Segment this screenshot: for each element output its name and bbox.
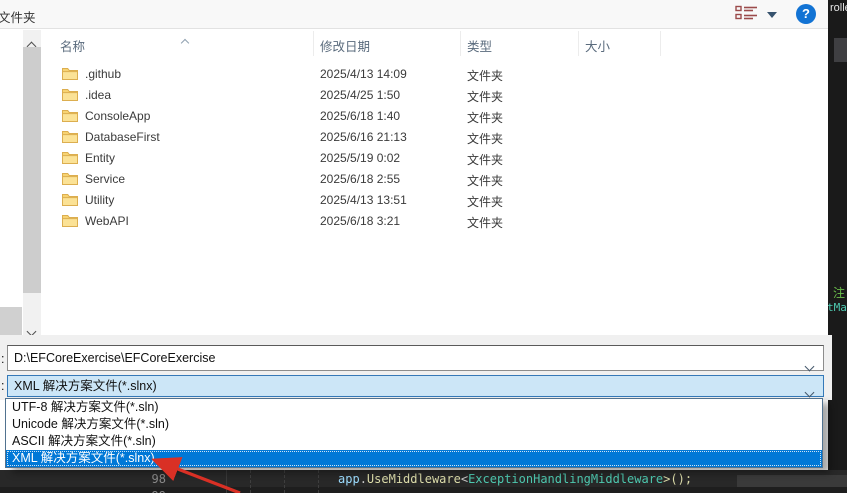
- editor-horizontal-scrollbar[interactable]: [737, 475, 847, 487]
- column-divider[interactable]: [313, 31, 314, 56]
- table-row[interactable]: Entity 2025/5/19 0:02 文件夹: [45, 148, 828, 169]
- file-type: 文件夹: [467, 151, 503, 168]
- filetype-option-utf8[interactable]: UTF-8 解决方案文件(*.sln): [6, 399, 822, 416]
- file-date: 2025/4/13 14:09: [320, 67, 407, 81]
- filetype-label-fragment: :: [1, 379, 4, 393]
- file-name: Utility: [85, 193, 114, 207]
- table-row[interactable]: Service 2025/6/18 2:55 文件夹: [45, 169, 828, 190]
- file-name: ConsoleApp: [85, 109, 150, 123]
- column-header-name[interactable]: 名称: [60, 36, 85, 55]
- list-view-icon: [735, 5, 759, 21]
- background-editor-strip: rolle 注 tMa: [828, 0, 847, 493]
- file-date: 2025/6/18 3:21: [320, 214, 400, 228]
- column-divider[interactable]: [578, 31, 579, 56]
- change-view-button[interactable]: [735, 5, 783, 25]
- file-date: 2025/6/18 1:40: [320, 109, 400, 123]
- folder-icon: [62, 130, 78, 143]
- folder-icon: [62, 151, 78, 164]
- file-type: 文件夹: [467, 214, 503, 231]
- filetype-option-xml-selected[interactable]: XML 解决方案文件(*.slnx): [6, 450, 822, 467]
- code-dot: .: [360, 472, 367, 486]
- filetype-combobox[interactable]: XML 解决方案文件(*.slnx): [7, 375, 824, 397]
- indent-guide: [250, 470, 251, 493]
- code-close: >();: [663, 472, 692, 486]
- table-row[interactable]: .idea 2025/4/25 1:50 文件夹: [45, 85, 828, 106]
- filename-value: D:\EFCoreExercise\EFCoreExercise: [14, 351, 215, 365]
- column-header-date[interactable]: 修改日期: [320, 36, 370, 55]
- file-date: 2025/4/13 13:51: [320, 193, 407, 207]
- file-list: .github 2025/4/13 14:09 文件夹 .idea 2025/4…: [45, 64, 828, 232]
- file-name: DatabaseFirst: [85, 130, 160, 144]
- column-header-size[interactable]: 大小: [585, 36, 610, 55]
- indent-guide: [284, 470, 285, 493]
- column-header-type[interactable]: 类型: [467, 36, 492, 55]
- file-type: 文件夹: [467, 130, 503, 147]
- column-divider[interactable]: [460, 31, 461, 56]
- folder-icon: [62, 193, 78, 206]
- file-type: 文件夹: [467, 67, 503, 84]
- filetype-dropdown-list: UTF-8 解决方案文件(*.sln) Unicode 解决方案文件(*.sln…: [5, 398, 823, 468]
- help-button[interactable]: ?: [796, 4, 816, 24]
- chevron-down-icon: [805, 388, 815, 398]
- line-number: 98: [138, 472, 166, 486]
- table-row[interactable]: WebAPI 2025/6/18 3:21 文件夹: [45, 211, 828, 232]
- dialog-bottom-panel: : D:\EFCoreExercise\EFCoreExercise : XML…: [0, 335, 832, 400]
- file-name: Service: [85, 172, 125, 186]
- editor-scrollbar-fragment[interactable]: [834, 38, 847, 62]
- editor-comment-fragment: 注: [833, 284, 845, 301]
- sort-indicator: [182, 33, 188, 51]
- file-date: 2025/6/18 2:55: [320, 172, 400, 186]
- file-date: 2025/6/16 21:13: [320, 130, 407, 144]
- file-date: 2025/4/25 1:50: [320, 88, 400, 102]
- table-row[interactable]: Utility 2025/4/13 13:51 文件夹: [45, 190, 828, 211]
- folder-icon: [62, 172, 78, 185]
- filetype-option-ascii[interactable]: ASCII 解决方案文件(*.sln): [6, 433, 822, 450]
- view-dropdown-caret-icon: [767, 12, 777, 18]
- code-method: UseMiddleware: [367, 472, 461, 486]
- filename-input[interactable]: D:\EFCoreExercise\EFCoreExercise: [7, 345, 824, 371]
- file-type: 文件夹: [467, 172, 503, 189]
- dialog-toolbar: 文件夹 ?: [0, 0, 828, 29]
- folder-icon: [62, 109, 78, 122]
- code-type: ExceptionHandlingMiddleware: [468, 472, 663, 486]
- file-type: 文件夹: [467, 88, 503, 105]
- filename-label-fragment: :: [1, 352, 4, 366]
- file-list-scrollbar[interactable]: [23, 30, 41, 335]
- table-row[interactable]: .github 2025/4/13 14:09 文件夹: [45, 64, 828, 85]
- editor-gutter-divider: [226, 470, 227, 493]
- code-var: app: [338, 472, 360, 486]
- background-code-editor: 98 99 app.UseMiddleware<ExceptionHandlin…: [0, 470, 847, 493]
- file-list-scrollbar-thumb[interactable]: [23, 47, 41, 293]
- folder-icon: [62, 214, 78, 227]
- file-date: 2025/5/19 0:02: [320, 151, 400, 165]
- file-name: WebAPI: [85, 214, 129, 228]
- file-name: .github: [85, 67, 121, 81]
- editor-code-fragment: tMa: [827, 301, 847, 314]
- editor-tab-text-fragment: rolle: [830, 2, 847, 14]
- save-dialog-screen: 文件夹 ? rolle 注 tMa 名称: [0, 0, 847, 493]
- file-type: 文件夹: [467, 109, 503, 126]
- column-divider[interactable]: [660, 31, 661, 56]
- table-row[interactable]: DatabaseFirst 2025/6/16 21:13 文件夹: [45, 127, 828, 148]
- new-folder-button-fragment[interactable]: 文件夹: [0, 7, 36, 26]
- table-row[interactable]: ConsoleApp 2025/6/18 1:40 文件夹: [45, 106, 828, 127]
- folder-icon: [62, 67, 78, 80]
- code-line: app.UseMiddleware<ExceptionHandlingMiddl…: [338, 472, 692, 486]
- filetype-option-unicode[interactable]: Unicode 解决方案文件(*.sln): [6, 416, 822, 433]
- filetype-value: XML 解决方案文件(*.slnx): [14, 379, 157, 393]
- folder-icon: [62, 88, 78, 101]
- help-icon: ?: [802, 6, 810, 21]
- file-name: Entity: [85, 151, 115, 165]
- indent-guide: [318, 470, 319, 493]
- file-browser: 名称 修改日期 类型 大小 .github 2025/4/13 14:09 文件…: [0, 30, 828, 335]
- line-number-next: 99: [138, 489, 166, 493]
- code-open-bracket: <: [461, 472, 468, 486]
- sort-up-icon: [181, 39, 189, 47]
- file-type: 文件夹: [467, 193, 503, 210]
- chevron-down-icon: [805, 362, 815, 372]
- nav-pane-scrollbar-thumb[interactable]: [0, 307, 22, 335]
- file-name: .idea: [85, 88, 111, 102]
